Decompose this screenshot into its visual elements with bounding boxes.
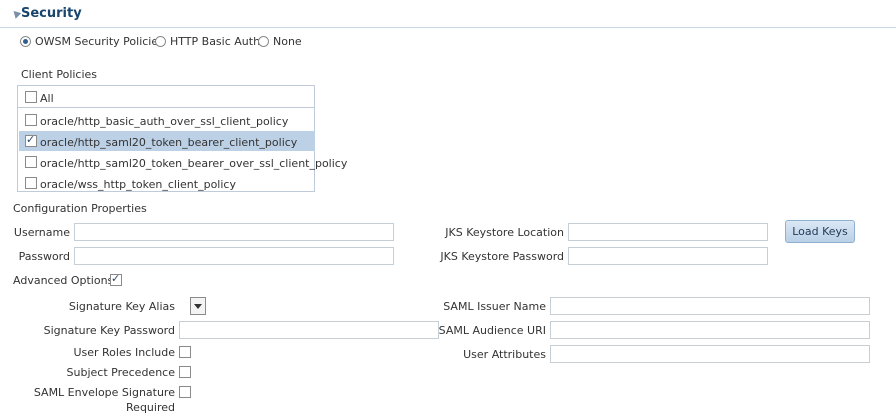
saml-envelope-signature-label: SAML Envelope Signature bbox=[33, 386, 175, 399]
policy-checkbox[interactable] bbox=[25, 114, 37, 126]
username-field[interactable] bbox=[74, 223, 394, 241]
saml-audience-uri-label: SAML Audience URI bbox=[438, 324, 546, 337]
advanced-options-checkbox[interactable] bbox=[110, 272, 122, 286]
radio-none[interactable] bbox=[258, 36, 269, 47]
saml-envelope-signature-checkbox[interactable] bbox=[179, 386, 191, 398]
dropdown-arrow-icon bbox=[194, 304, 202, 309]
jks-keystore-password-label: JKS Keystore Password bbox=[440, 250, 564, 263]
policy-checkbox[interactable] bbox=[25, 133, 37, 147]
policy-all-label: All bbox=[40, 92, 54, 105]
saml-envelope-signature-label-line2: Required bbox=[126, 401, 175, 414]
radio-http-basic-auth[interactable] bbox=[155, 36, 166, 47]
saml-audience-uri-field[interactable] bbox=[550, 321, 870, 339]
signature-key-password-label: Signature Key Password bbox=[43, 324, 175, 337]
policy-checkbox[interactable] bbox=[25, 156, 37, 168]
advanced-options-label: Advanced Options bbox=[13, 274, 114, 287]
user-roles-include-label: User Roles Include bbox=[73, 346, 175, 359]
saml-issuer-name-label: SAML Issuer Name bbox=[443, 300, 546, 313]
username-label: Username bbox=[13, 226, 70, 239]
signature-key-alias-dropdown[interactable] bbox=[190, 297, 206, 315]
list-item[interactable]: oracle/http_saml20_token_bearer_over_ssl… bbox=[19, 152, 347, 172]
list-divider bbox=[18, 107, 314, 108]
section-title: Security bbox=[21, 6, 82, 21]
radio-http-basic-auth-label: HTTP Basic Auth bbox=[170, 35, 261, 48]
jks-keystore-location-label: JKS Keystore Location bbox=[445, 226, 564, 239]
policy-label: oracle/http_saml20_token_bearer_over_ssl… bbox=[40, 157, 348, 170]
load-keys-button[interactable]: Load Keys bbox=[785, 220, 855, 243]
policy-all-checkbox[interactable] bbox=[25, 91, 37, 103]
signature-key-password-field[interactable] bbox=[179, 321, 439, 339]
password-label: Password bbox=[18, 250, 70, 263]
password-field[interactable] bbox=[74, 247, 394, 265]
radio-owsm-security-policies[interactable] bbox=[20, 36, 31, 47]
jks-keystore-password-field[interactable] bbox=[568, 247, 768, 265]
policy-checkbox[interactable] bbox=[25, 177, 37, 189]
saml-issuer-name-field[interactable] bbox=[550, 297, 870, 315]
radio-none-label: None bbox=[273, 35, 302, 48]
user-roles-include-checkbox[interactable] bbox=[179, 346, 191, 358]
section-header bbox=[0, 0, 896, 28]
policy-label: oracle/wss_http_token_client_policy bbox=[40, 178, 236, 191]
configuration-properties-title: Configuration Properties bbox=[13, 202, 147, 215]
list-item[interactable]: oracle/http_saml20_token_bearer_client_p… bbox=[19, 131, 315, 151]
jks-keystore-location-field[interactable] bbox=[568, 223, 768, 241]
signature-key-alias-label: Signature Key Alias bbox=[68, 300, 175, 313]
subject-precedence-checkbox[interactable] bbox=[179, 366, 191, 378]
user-attributes-field[interactable] bbox=[550, 345, 870, 363]
policy-label: oracle/http_basic_auth_over_ssl_client_p… bbox=[40, 115, 289, 128]
radio-owsm-label: OWSM Security Policies bbox=[35, 35, 164, 48]
client-policies-label: Client Policies bbox=[21, 68, 98, 81]
client-policies-list: All oracle/http_basic_auth_over_ssl_clie… bbox=[17, 85, 347, 193]
list-item[interactable]: oracle/wss_http_token_client_policy bbox=[19, 173, 315, 193]
list-item[interactable]: oracle/http_basic_auth_over_ssl_client_p… bbox=[19, 110, 315, 130]
user-attributes-label: User Attributes bbox=[463, 348, 546, 361]
policy-label: oracle/http_saml20_token_bearer_client_p… bbox=[40, 136, 298, 149]
subject-precedence-label: Subject Precedence bbox=[66, 366, 175, 379]
